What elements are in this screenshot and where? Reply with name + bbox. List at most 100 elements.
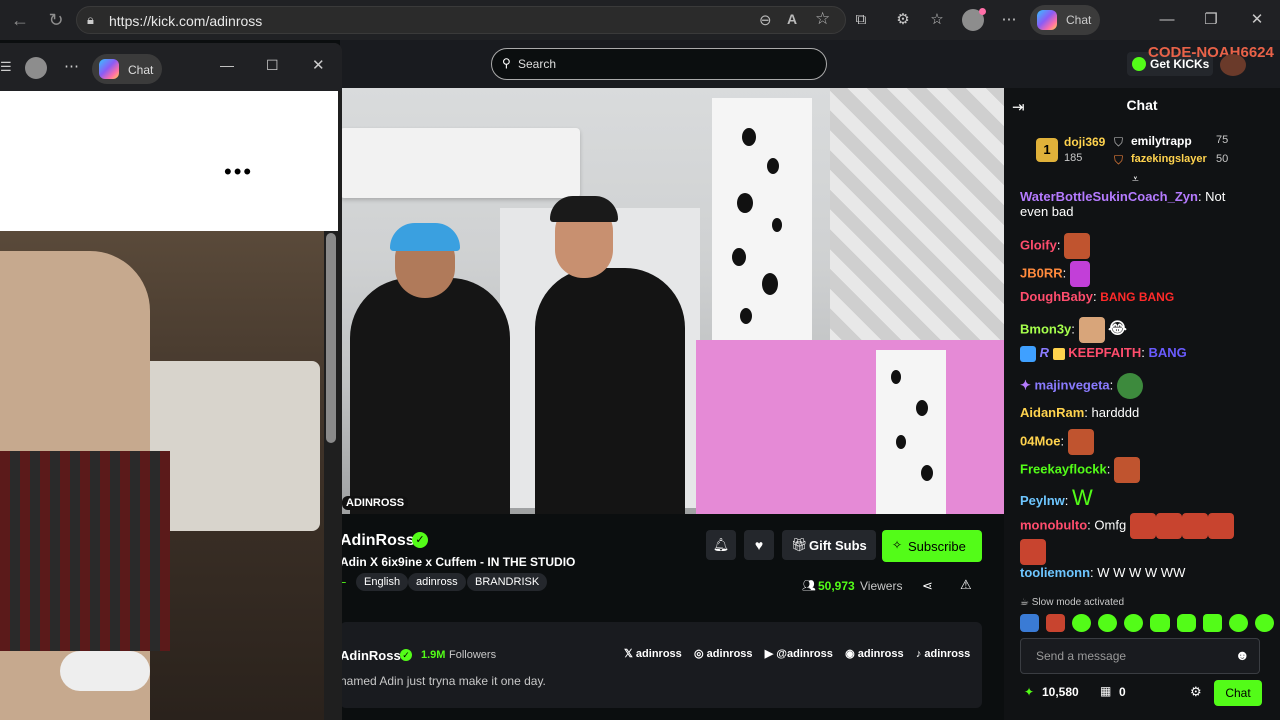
badge-icon: R [1039,345,1050,360]
chat-username[interactable]: Peylnw [1020,493,1065,508]
send-chat-button[interactable]: Chat [1214,680,1262,706]
emote-icon[interactable] [1046,614,1066,632]
chat-username[interactable]: JB0RR [1020,265,1063,280]
subscribe-button[interactable]: ✧ Subscribe [882,530,982,562]
more-menu-icon[interactable]: ⋯ [64,57,79,75]
menu-icon[interactable]: ☰ [0,59,12,75]
social-instagram-link[interactable]: adinross [707,648,753,660]
emote-text: BANG BANG [1100,290,1175,304]
chat-input[interactable]: Send a message ☻ [1020,638,1260,674]
minimize-icon[interactable]: — [220,57,234,73]
back-icon[interactable]: ← [8,8,32,32]
bell-icon: 🔔︎ [712,537,730,552]
notification-bell-button[interactable]: 🔔︎ [706,530,736,560]
emote-icon [1113,457,1140,483]
chat-username[interactable]: tooliemonn [1020,565,1090,580]
store-icon[interactable]: ▦ [1100,684,1111,698]
gift-subs-button[interactable]: 🎁︎ Gift Subs [782,530,876,560]
collections-icon[interactable]: ⚙︎ [892,9,914,31]
emote-icon[interactable] [1228,614,1248,632]
extensions-icon[interactable]: ⧉ [850,9,872,31]
chat-username[interactable]: WaterBottleSukinCoach_Zyn [1020,189,1198,204]
search-input[interactable]: ⚲ Search [491,48,827,80]
copilot-icon [1037,10,1057,30]
emote-icon[interactable] [1254,614,1274,632]
side-copilot-chat-button[interactable]: Chat [92,54,162,84]
social-x-link[interactable]: adinross [636,648,682,660]
ac-unit [340,128,580,198]
viewers-label: Viewers [860,579,903,593]
refresh-icon[interactable]: ↻ [44,8,68,32]
emote-icon [1064,233,1091,259]
report-icon[interactable]: ⚠︎ [960,577,972,593]
chat-username[interactable]: Bmon3y [1020,321,1071,336]
emoji-picker-icon[interactable]: ☻ [1235,647,1250,663]
scrollbar-thumb[interactable] [326,233,336,443]
tag-pill[interactable]: BRANDRISK [467,573,548,591]
about-bio: named Adin just tryna make it one day. [340,674,546,688]
close-window-icon[interactable]: ✕ [1246,9,1268,31]
restore-icon[interactable]: ❐ [1200,9,1222,31]
chat-username[interactable]: majinvegeta [1035,377,1110,392]
read-aloud-icon[interactable]: A [787,11,797,27]
chat-username[interactable]: 04Moe [1020,433,1060,448]
copilot-chat-label: Chat [1066,13,1092,27]
side-window-titlebar: ☰ ⋯ Chat — ☐ ✕ [0,43,342,91]
followers-count: 1.9M [421,649,446,661]
video-player[interactable]: ADINROSS [340,88,1004,514]
chat-text: Not [1205,189,1226,204]
emote-icon[interactable] [1176,614,1196,632]
favorite-star-icon[interactable]: ☆ [815,9,830,29]
tag-pill[interactable]: English [356,573,409,591]
chat-settings-icon[interactable]: ⚙︎ [1190,684,1202,700]
side-chat-label: Chat [128,63,154,77]
leader-badge-icon: ⛉ [1114,135,1124,149]
discord-icon: ◉ [845,648,858,660]
emote-icon[interactable] [1124,614,1144,632]
slow-mode-text: Slow mode activated [1031,597,1125,608]
channel-name[interactable]: AdinRoss [340,532,415,550]
chat-message: JB0RR: [1020,261,1090,287]
profile-avatar[interactable] [25,57,47,79]
address-bar[interactable]: 🔒︎ https://kick.com/adinross ⊖ A ☆ [76,6,846,34]
zoom-icon[interactable]: ⊖ [759,11,772,29]
share-icon[interactable]: ⋖ [922,578,933,594]
chat-message: 04Moe: [1020,429,1094,455]
maximize-icon[interactable]: ☐ [266,57,279,74]
badge-icon: ✦ [1020,377,1035,393]
favorites-icon[interactable]: ☆ [926,9,948,31]
minimize-icon[interactable]: — [1156,9,1178,31]
emote-icon[interactable] [1098,614,1118,632]
chat-username[interactable]: DoughBaby [1020,289,1093,304]
follow-heart-button[interactable]: ♥ [744,530,774,560]
expand-leaderboard-icon[interactable]: ⩡ [1132,172,1139,187]
social-youtube-link[interactable]: @adinross [776,648,833,660]
emote-icon[interactable] [1020,614,1040,632]
chat-username[interactable]: KEEPFAITH [1068,345,1141,360]
emote-icon[interactable] [1202,614,1222,632]
chat-username[interactable]: Gloify [1020,237,1057,252]
chat-username[interactable]: Freekayflockk [1020,461,1107,476]
emote-icon [1129,513,1156,539]
stream-overlay-chat [840,90,940,150]
copilot-chat-button[interactable]: Chat [1030,5,1100,35]
rank-badge: 1 [1036,138,1058,162]
chat-username[interactable]: AidanRam [1020,405,1084,420]
social-tiktok-link[interactable]: adinross [924,648,970,660]
leader-second-name: emilytrapp [1131,134,1192,148]
search-placeholder: Search [518,57,557,71]
emote-icon[interactable] [1072,614,1092,632]
store-count: 0 [1119,685,1126,699]
stream-title: Adin X 6ix9ine x Cuffem - IN THE STUDIO [340,555,576,569]
social-discord-link[interactable]: adinross [858,648,904,660]
user-avatar[interactable] [1220,54,1246,76]
emote-icon[interactable] [1150,614,1170,632]
tag-pill[interactable]: adinross [408,573,466,591]
leader-first-value: 185 [1064,152,1083,164]
close-icon[interactable]: ✕ [312,56,325,74]
channel-points[interactable]: 10,580 [1042,685,1079,699]
chat-username[interactable]: monobulto [1020,517,1087,532]
heart-icon: ♥ [754,537,764,553]
chat-text: hardddd [1091,405,1140,420]
more-menu-icon[interactable]: ⋯ [998,9,1020,31]
